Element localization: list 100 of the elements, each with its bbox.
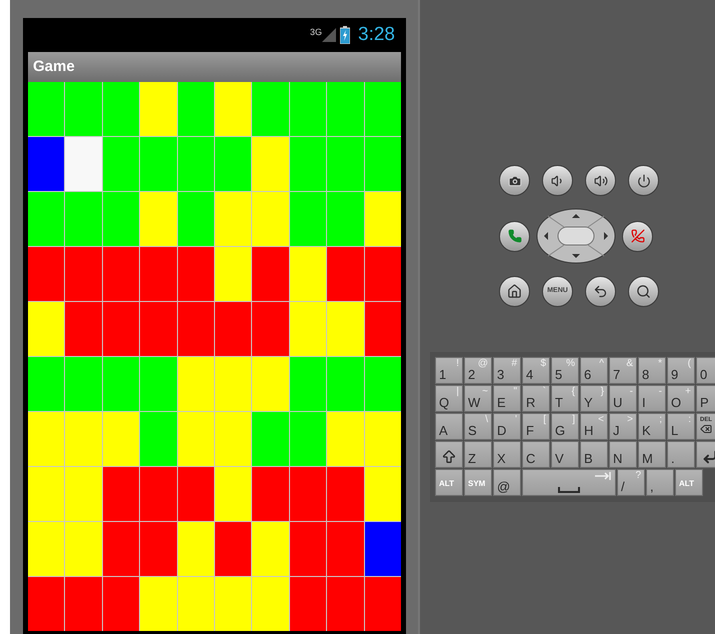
board-tile[interactable] <box>178 137 214 191</box>
board-tile[interactable] <box>28 82 64 136</box>
keyboard-key[interactable]: A <box>435 413 463 440</box>
board-tile[interactable] <box>65 247 102 301</box>
keyboard-key[interactable]: O + <box>667 385 695 412</box>
board-tile[interactable] <box>364 192 402 246</box>
keyboard-key[interactable]: F [ <box>522 413 550 440</box>
board-tile[interactable] <box>215 192 252 246</box>
board-tile[interactable] <box>102 412 140 466</box>
keyboard-key[interactable]: E " <box>493 385 521 412</box>
keyboard-key[interactable]: , <box>646 469 674 496</box>
board-tile[interactable] <box>327 577 364 631</box>
board-tile[interactable] <box>252 137 289 191</box>
keyboard-key[interactable]: Z <box>464 441 492 468</box>
board-tile[interactable] <box>28 577 64 631</box>
keyboard-key[interactable]: P <box>696 385 715 412</box>
keyboard-key[interactable]: . <box>667 441 695 468</box>
board-tile[interactable] <box>178 522 214 576</box>
board-tile[interactable] <box>140 137 177 191</box>
board-tile[interactable] <box>102 192 140 246</box>
search-button[interactable] <box>628 276 659 307</box>
board-tile[interactable] <box>102 247 140 301</box>
board-tile[interactable] <box>290 522 326 576</box>
board-tile[interactable] <box>140 192 177 246</box>
board-tile[interactable] <box>290 247 326 301</box>
board-tile[interactable] <box>178 192 214 246</box>
board-tile[interactable] <box>290 302 326 356</box>
board-tile[interactable] <box>178 467 214 521</box>
board-tile[interactable] <box>252 467 289 521</box>
board-tile[interactable] <box>364 522 402 576</box>
board-tile[interactable] <box>178 577 214 631</box>
board-tile[interactable] <box>65 467 102 521</box>
board-tile[interactable] <box>290 467 326 521</box>
keyboard-key[interactable]: 9 ( <box>667 357 695 384</box>
keyboard-key[interactable]: R ` <box>522 385 550 412</box>
board-tile[interactable] <box>102 577 140 631</box>
keyboard-key[interactable]: 1 ! <box>435 357 463 384</box>
end-call-button[interactable] <box>622 220 653 252</box>
keyboard-key[interactable]: T { <box>551 385 579 412</box>
power-button[interactable] <box>628 165 659 196</box>
board-tile[interactable] <box>327 522 364 576</box>
board-tile[interactable] <box>65 192 102 246</box>
keyboard-key[interactable]: H < <box>580 413 608 440</box>
keyboard-key[interactable]: M <box>638 441 666 468</box>
board-tile[interactable] <box>65 302 102 356</box>
keyboard-key[interactable]: 5 % <box>551 357 579 384</box>
board-tile[interactable] <box>140 302 177 356</box>
keyboard-key[interactable]: 6 ^ <box>580 357 608 384</box>
board-tile[interactable] <box>252 192 289 246</box>
board-tile[interactable] <box>327 357 364 411</box>
keyboard-key[interactable]: I - <box>638 385 666 412</box>
board-tile[interactable] <box>215 357 252 411</box>
board-tile[interactable] <box>327 412 364 466</box>
board-tile[interactable] <box>140 82 177 136</box>
keyboard-key[interactable]: 3 # <box>493 357 521 384</box>
keyboard-key[interactable]: 8 * <box>638 357 666 384</box>
board-tile[interactable] <box>102 467 140 521</box>
board-tile[interactable] <box>252 522 289 576</box>
board-tile[interactable] <box>102 82 140 136</box>
keyboard-key[interactable]: J > <box>609 413 637 440</box>
board-tile[interactable] <box>28 467 64 521</box>
board-tile[interactable] <box>327 137 364 191</box>
keyboard-key[interactable]: W ~ <box>464 385 492 412</box>
board-tile[interactable] <box>178 302 214 356</box>
board-tile[interactable] <box>28 357 64 411</box>
space-key[interactable] <box>522 469 616 496</box>
board-tile[interactable] <box>65 577 102 631</box>
board-tile[interactable] <box>327 247 364 301</box>
board-tile[interactable] <box>28 522 64 576</box>
keyboard-key[interactable]: Y } <box>580 385 608 412</box>
board-tile[interactable] <box>65 82 102 136</box>
board-tile[interactable] <box>215 412 252 466</box>
keyboard-key[interactable]: 4 $ <box>522 357 550 384</box>
board-tile[interactable] <box>140 247 177 301</box>
board-tile[interactable] <box>140 357 177 411</box>
board-tile[interactable] <box>327 192 364 246</box>
board-tile[interactable] <box>65 137 102 191</box>
board-tile[interactable] <box>140 467 177 521</box>
keyboard-key[interactable]: @ <box>493 469 521 496</box>
board-tile[interactable] <box>215 82 252 136</box>
keyboard-key[interactable]: S \ <box>464 413 492 440</box>
board-tile[interactable] <box>102 357 140 411</box>
board-tile[interactable] <box>178 412 214 466</box>
home-button[interactable] <box>499 276 530 307</box>
board-tile[interactable] <box>252 82 289 136</box>
board-tile[interactable] <box>28 302 64 356</box>
board-tile[interactable] <box>215 522 252 576</box>
keyboard-key[interactable]: G ] <box>551 413 579 440</box>
board-tile[interactable] <box>102 522 140 576</box>
board-tile[interactable] <box>140 577 177 631</box>
keyboard-key[interactable]: L : <box>667 413 695 440</box>
board-tile[interactable] <box>364 577 402 631</box>
keyboard-key[interactable]: C <box>522 441 550 468</box>
board-tile[interactable] <box>102 137 140 191</box>
keyboard-key[interactable]: B <box>580 441 608 468</box>
board-tile[interactable] <box>65 357 102 411</box>
board-tile[interactable] <box>327 467 364 521</box>
keyboard-key[interactable]: Q | <box>435 385 463 412</box>
board-tile[interactable] <box>140 522 177 576</box>
board-tile[interactable] <box>178 357 214 411</box>
